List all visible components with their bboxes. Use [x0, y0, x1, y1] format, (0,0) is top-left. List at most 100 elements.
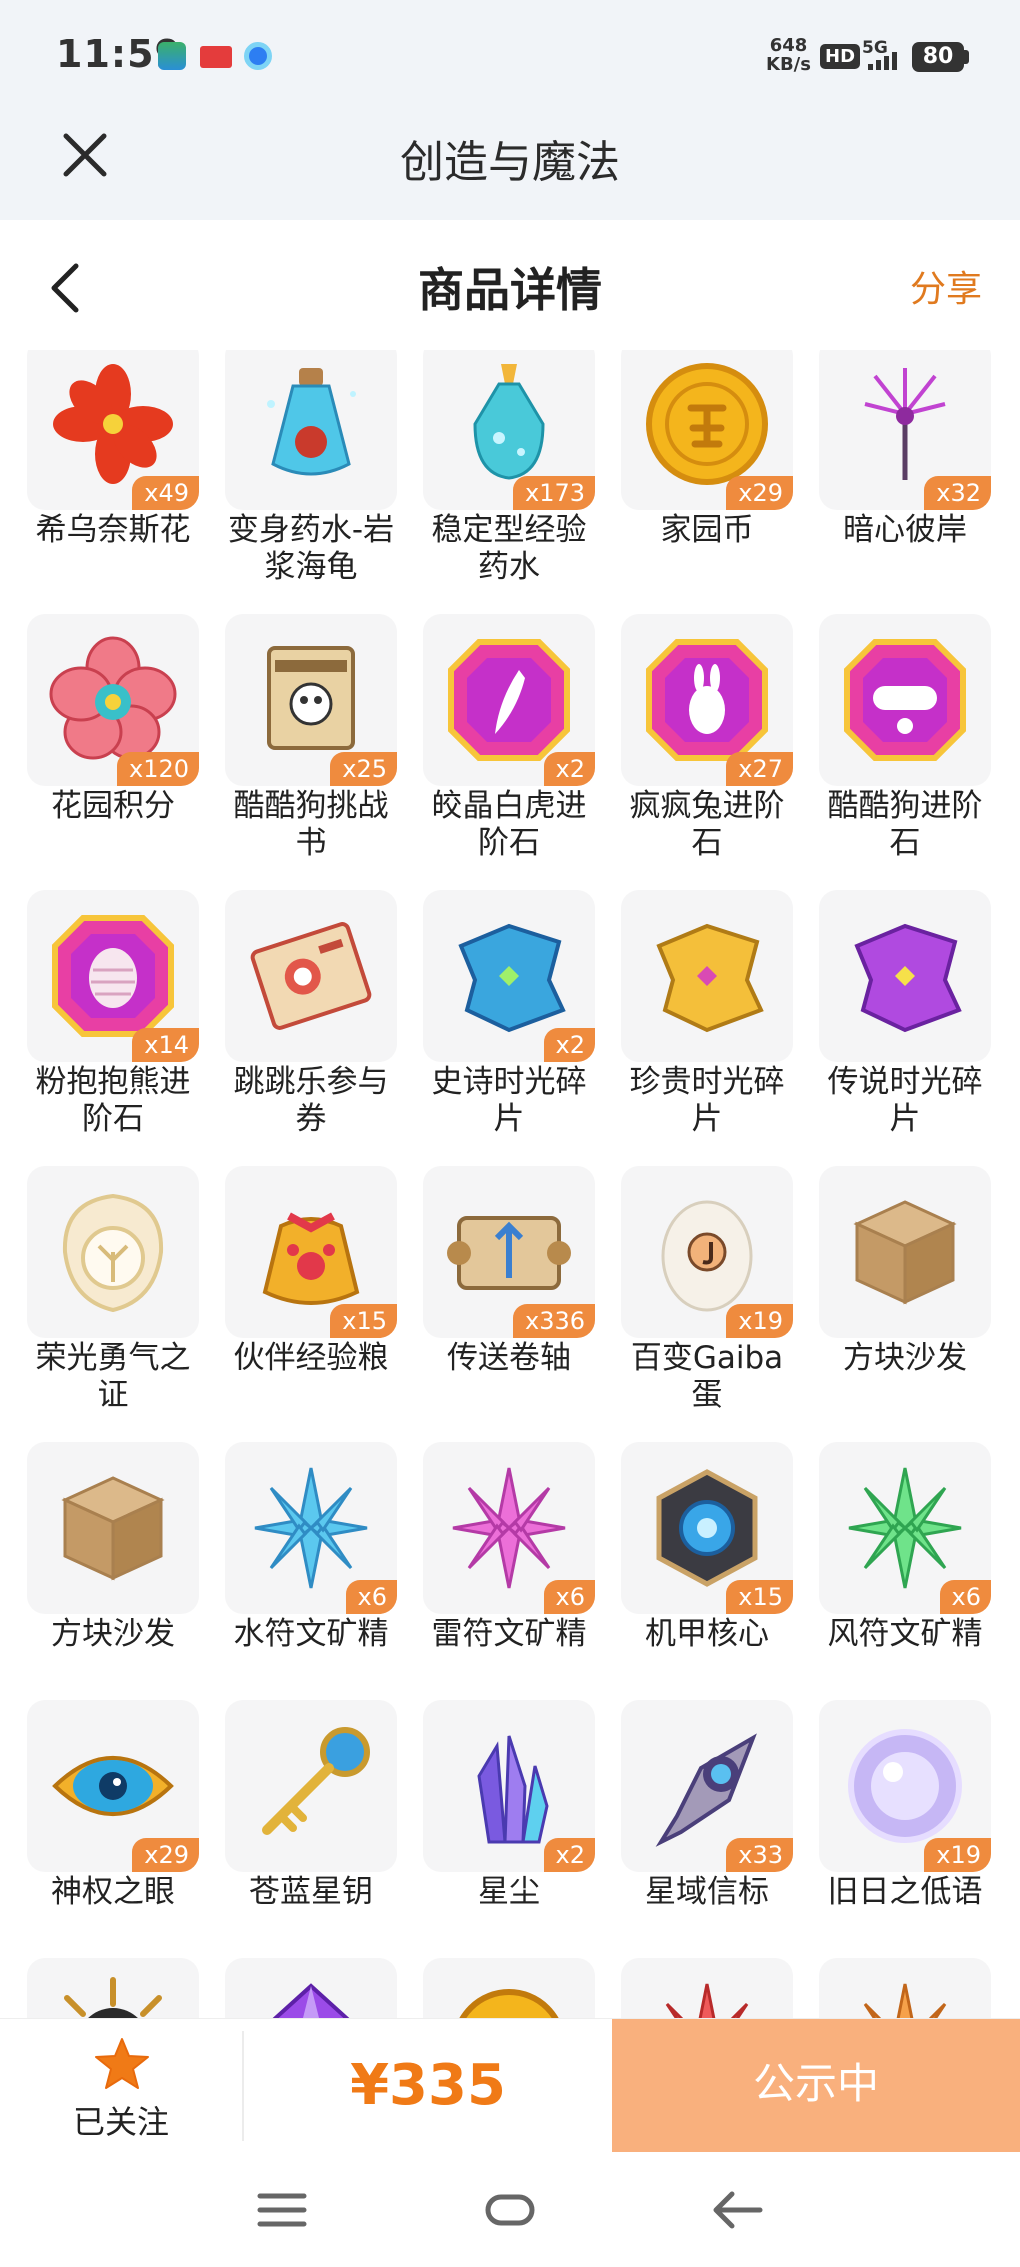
star-icon [95, 2038, 149, 2089]
page-header: 商品详情 分享 [0, 220, 1020, 350]
item-count-badge: x6 [345, 1580, 397, 1614]
item-count-badge: x336 [512, 1304, 595, 1338]
item-card[interactable]: x49 希乌奈斯花 [27, 350, 199, 614]
item-card[interactable]: x15 机甲核心 [621, 1442, 793, 1700]
item-count-badge: x2 [543, 1838, 595, 1872]
item-card[interactable]: x120 花园积分 [27, 614, 199, 890]
item-count-badge: x6 [543, 1580, 595, 1614]
item-card[interactable]: 传说时光碎片 [819, 890, 991, 1166]
item-card[interactable]: x14 粉抱抱熊进阶石 [27, 890, 199, 1166]
eye-emblem-icon [52, 1756, 174, 1816]
home-icon[interactable] [480, 2180, 540, 2240]
item-card[interactable]: x19 旧日之低语 [819, 1700, 991, 1958]
item-card[interactable] [819, 1958, 991, 2018]
item-thumbnail [819, 1958, 991, 2018]
item-name: 旧日之低语 [827, 1874, 983, 1910]
item-card[interactable]: x2 星尘 [423, 1700, 595, 1958]
menu-icon[interactable] [252, 2180, 312, 2240]
item-card[interactable]: 酷酷狗进阶石 [819, 614, 991, 890]
item-card[interactable]: 苍蓝星钥 [225, 1700, 397, 1958]
item-thumbnail: x29 [27, 1700, 199, 1872]
item-count-badge: x19 [924, 1838, 991, 1872]
item-card[interactable]: x33 星域信标 [621, 1700, 793, 1958]
item-count-badge: x29 [726, 476, 793, 510]
share-button[interactable]: 分享 [910, 260, 982, 312]
follow-label: 已关注 [72, 2103, 169, 2141]
gem-egg-icon [52, 915, 174, 1037]
item-card[interactable]: x6 雷符文矿精 [423, 1442, 595, 1700]
item-thumbnail [27, 1442, 199, 1614]
item-count-badge: x14 [132, 1028, 199, 1062]
item-card[interactable]: 荣光勇气之证 [27, 1166, 199, 1442]
item-card[interactable] [621, 1958, 793, 2018]
violet-gem-icon [272, 1983, 350, 2018]
tree-emblem-icon [62, 1193, 164, 1313]
item-card[interactable]: x19 百变Gaiba蛋 [621, 1166, 793, 1442]
item-grid: x49 希乌奈斯花 变身药水-岩浆海龟 x173 稳定型经验药水 x29 家园币 x32 暗心彼… [27, 350, 1007, 2018]
item-card[interactable] [27, 1958, 199, 2018]
item-thumbnail: x19 [621, 1166, 793, 1338]
item-name: 稳定型经验药水 [431, 512, 587, 585]
blue-crystal-icon [254, 1467, 368, 1589]
item-name: 荣光勇气之证 [35, 1340, 191, 1413]
item-card[interactable]: 方块沙发 [27, 1442, 199, 1700]
item-card[interactable]: x32 暗心彼岸 [819, 350, 991, 614]
back-icon[interactable] [708, 2180, 768, 2240]
item-card[interactable]: x25 酷酷狗挑战书 [225, 614, 397, 890]
exp-potion-icon [473, 364, 545, 480]
item-count-badge: x19 [726, 1304, 793, 1338]
item-card[interactable]: 变身药水-岩浆海龟 [225, 350, 397, 614]
item-card[interactable]: x6 水符文矿精 [225, 1442, 397, 1700]
item-count-badge: x25 [330, 752, 397, 786]
item-card[interactable]: x2 皎晶白虎进阶石 [423, 614, 595, 890]
item-card[interactable]: x27 疯疯兔进阶石 [621, 614, 793, 890]
item-name: 疯疯兔进阶石 [629, 788, 785, 861]
dark-sun-icon [64, 1977, 162, 2018]
item-count-badge: x173 [512, 476, 595, 510]
item-name: 史诗时光碎片 [431, 1064, 587, 1137]
item-name: 传说时光碎片 [827, 1064, 983, 1137]
item-card[interactable]: x15 伙伴经验粮 [225, 1166, 397, 1442]
item-card[interactable]: x6 风符文矿精 [819, 1442, 991, 1700]
item-card[interactable]: x29 神权之眼 [27, 1700, 199, 1958]
item-thumbnail: x336 [423, 1166, 595, 1338]
item-card[interactable]: 跳跳乐参与券 [225, 890, 397, 1166]
item-name: 机甲核心 [645, 1616, 769, 1652]
news-app-notification-icon [200, 46, 232, 68]
item-card[interactable]: 方块沙发 [819, 1166, 991, 1442]
item-thumbnail: x14 [27, 890, 199, 1062]
signal-icon [868, 52, 897, 70]
item-name: 皎晶白虎进阶石 [431, 788, 587, 861]
item-thumbnail: x6 [225, 1442, 397, 1614]
gem-rabbit-icon [646, 639, 768, 761]
item-count-badge: x29 [132, 1838, 199, 1872]
item-card[interactable]: x29 家园币 [621, 350, 793, 614]
item-card[interactable]: x336 传送卷轴 [423, 1166, 595, 1442]
orb-icon [848, 1729, 962, 1843]
publicity-status-button[interactable]: 公示中 [612, 2019, 1020, 2153]
item-thumbnail: x15 [225, 1166, 397, 1338]
item-card[interactable]: x173 稳定型经验药水 [423, 350, 595, 614]
item-thumbnail: x15 [621, 1442, 793, 1614]
item-card[interactable]: 珍贵时光碎片 [621, 890, 793, 1166]
purple-flower-icon [864, 368, 946, 480]
map-app-notification-icon [158, 42, 186, 70]
item-thumbnail: x173 [423, 350, 595, 510]
item-count-badge: x120 [116, 752, 199, 786]
item-name: 家园币 [660, 512, 754, 548]
item-card[interactable] [423, 1958, 595, 2018]
system-nav-bar [0, 2152, 1020, 2267]
wood-cube-icon [61, 1476, 165, 1581]
item-thumbnail: x2 [423, 1700, 595, 1872]
pink-crystal-icon [452, 1467, 566, 1589]
follow-button[interactable]: 已关注 [0, 2019, 242, 2153]
item-card[interactable]: x2 史诗时光碎片 [423, 890, 595, 1166]
item-count-badge: x2 [543, 1028, 595, 1062]
item-name: 酷酷狗挑战书 [233, 788, 389, 861]
battery-tip [964, 50, 969, 64]
purple-fragment-icon [854, 923, 962, 1033]
item-card[interactable] [225, 1958, 397, 2018]
teleport-scroll-icon [447, 1216, 571, 1290]
item-grid-viewport[interactable]: x49 希乌奈斯花 变身药水-岩浆海龟 x173 稳定型经验药水 x29 家园币 x32 暗心彼… [0, 350, 1020, 2018]
item-count-badge: x33 [726, 1838, 793, 1872]
